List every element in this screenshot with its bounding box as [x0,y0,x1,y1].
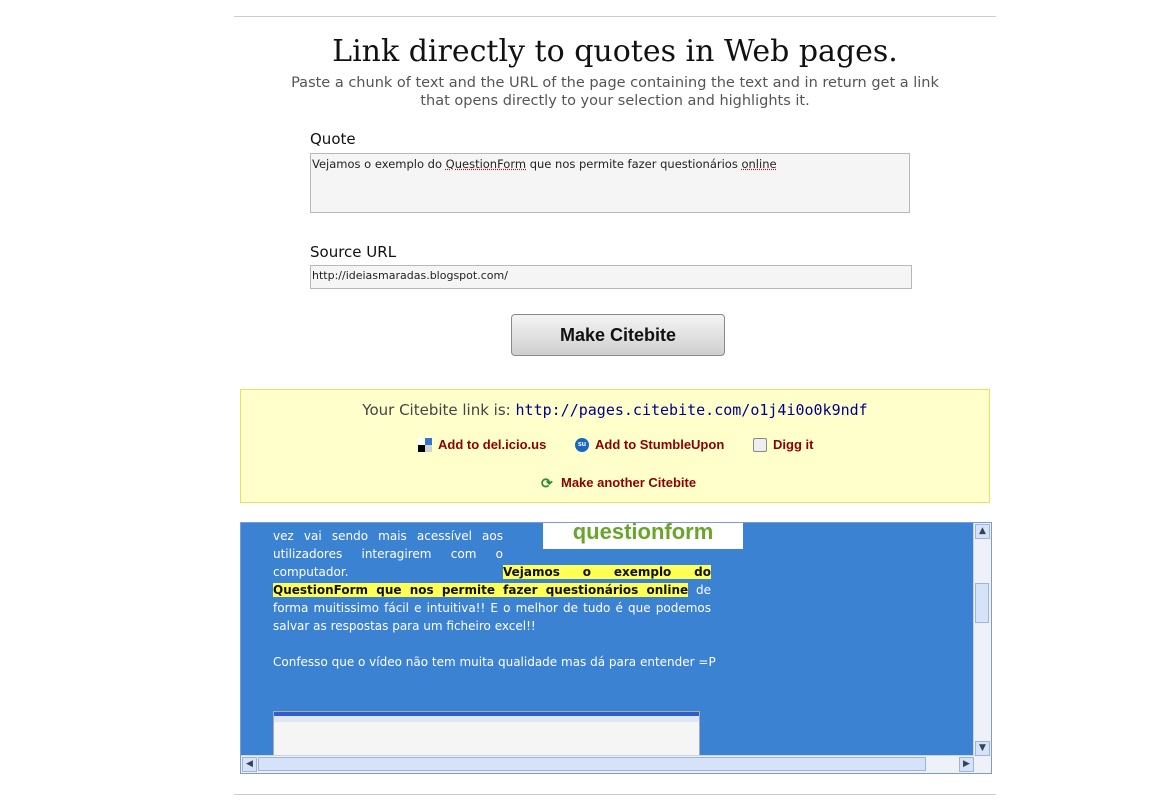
stumbleupon-icon: su [575,437,589,452]
quote-label: Quote [310,130,356,148]
digg-icon [753,437,767,452]
result-prefix: Your Citebite link is: [362,401,511,419]
scroll-down-icon[interactable]: ▼ [975,741,990,756]
result-panel: Your Citebite link is: http://pages.cite… [240,389,990,503]
scroll-corner [974,756,991,773]
refresh-icon: ⟳ [541,474,553,491]
add-to-delicious-link[interactable]: Add to del.icio.us [418,437,546,452]
preview-paragraph-2: Confesso que o vídeo não tem muita quali… [273,655,716,669]
vertical-scroll-thumb[interactable] [975,583,989,623]
preview-paragraph: vez vai sendo mais acessível aos utiliza… [273,529,711,633]
video-thumbnail [273,711,700,761]
source-url-input[interactable]: http://ideiasmaradas.blogspot.com/ [310,265,912,289]
page-title: Link directly to quotes in Web pages. [332,34,898,69]
result-line: Your Citebite link is: http://pages.cite… [241,401,989,419]
top-divider [234,16,996,17]
make-citebite-button[interactable]: Make Citebite [511,314,725,356]
quote-textarea[interactable]: Vejamos o exemplo do QuestionForm que no… [310,153,910,213]
digg-it-link[interactable]: Digg it [753,437,813,452]
horizontal-scroll-thumb[interactable] [258,757,926,771]
scroll-right-icon[interactable]: ▶ [959,757,974,772]
source-url-label: Source URL [310,243,397,261]
vertical-scrollbar[interactable]: ▲ ▼ [973,523,991,757]
delicious-icon [418,437,432,452]
page-preview-frame[interactable]: questionform vez vai sendo mais acessíve… [240,522,992,774]
horizontal-scrollbar[interactable]: ◀ ▶ [241,755,975,773]
add-to-stumbleupon-link[interactable]: su Add to StumbleUpon [575,437,724,452]
make-another-citebite-link[interactable]: ⟳ Make another Citebite [541,475,696,490]
page-subtitle: Paste a chunk of text and the URL of the… [291,75,939,109]
scroll-up-icon[interactable]: ▲ [975,524,990,539]
bottom-divider [234,794,996,795]
citebite-link[interactable]: http://pages.citebite.com/o1j4i0o0k9ndf [516,401,868,419]
scroll-left-icon[interactable]: ◀ [242,757,257,772]
